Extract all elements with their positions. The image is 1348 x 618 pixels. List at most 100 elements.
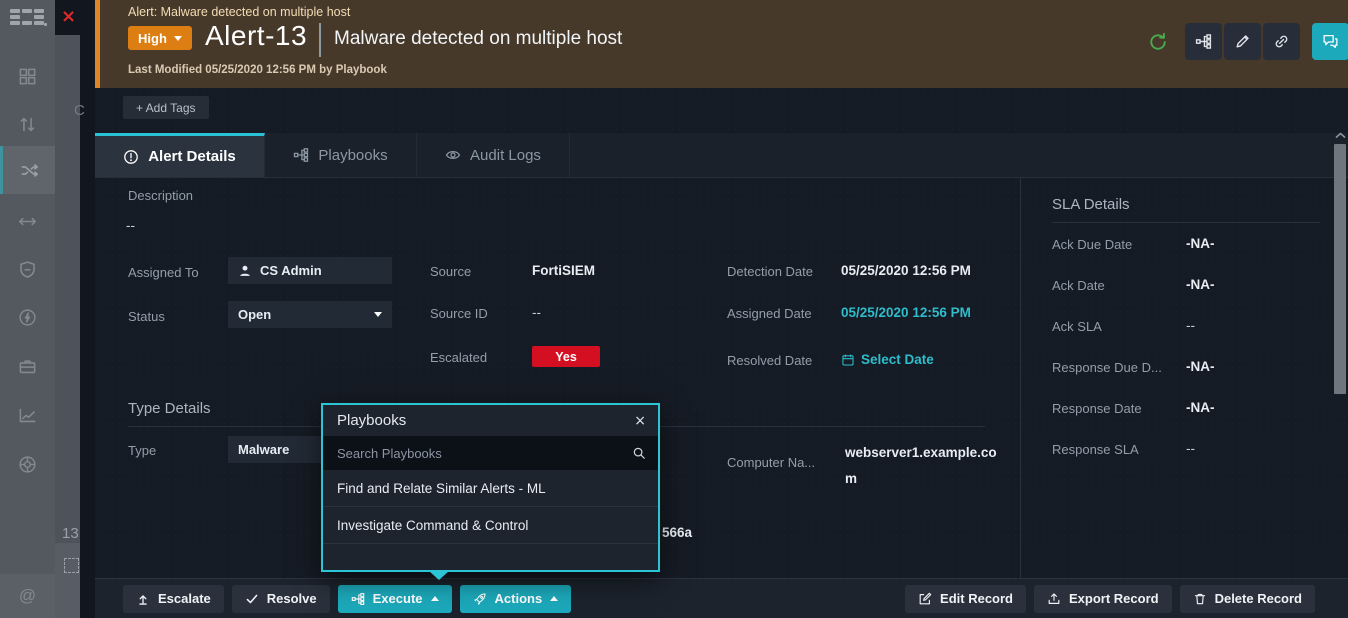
divider: [1052, 222, 1320, 223]
sidebar-item-reports[interactable]: [0, 391, 55, 439]
person-icon: [240, 265, 250, 276]
check-icon: [246, 594, 258, 603]
description-value: --: [126, 218, 135, 233]
trash-icon: [1194, 593, 1205, 604]
sla-value: -NA-: [1186, 359, 1215, 374]
alert-id: Alert-13: [205, 20, 308, 51]
comments-button[interactable]: [1312, 23, 1348, 60]
close-record-button[interactable]: ×: [61, 6, 76, 27]
sort-arrows-icon: [20, 117, 35, 131]
detection-date-label: Detection Date: [727, 264, 813, 279]
background-page-strip: × C 13: [55, 0, 95, 618]
type-value: Malware: [238, 442, 290, 457]
description-label: Description: [128, 188, 194, 203]
playbooks-popup: Playbooks × Find and Relate Similar Aler…: [321, 403, 660, 572]
alert-header: Alert: Malware detected on multiple host…: [95, 0, 1348, 88]
sla-label: Ack Due Date: [1052, 237, 1133, 252]
tab-label: Playbooks: [318, 146, 388, 164]
search-playbooks-input[interactable]: [337, 445, 632, 461]
playbook-tree-icon: [351, 592, 364, 605]
edit-button[interactable]: [1224, 23, 1261, 60]
assigned-date-label: Assigned Date: [727, 306, 812, 321]
playbooks-button[interactable]: [1185, 23, 1222, 60]
eye-icon: [445, 151, 461, 159]
playbook-tree-icon: [1195, 34, 1212, 49]
button-label: Execute: [372, 591, 423, 606]
search-icon: [633, 447, 645, 459]
source-value: FortiSIEM: [532, 263, 595, 278]
source-label: Source: [430, 264, 472, 279]
popup-search-bar: [323, 436, 658, 470]
sla-value: -NA-: [1186, 400, 1215, 415]
scrollbar-thumb[interactable]: [1334, 144, 1346, 394]
sla-details-heading: SLA Details: [1052, 196, 1130, 213]
playbook-tree-icon: [294, 148, 309, 162]
type-details-heading: Type Details: [128, 400, 211, 417]
add-tags-button[interactable]: + Add Tags: [123, 96, 209, 119]
sidebar-item-widgets[interactable]: [0, 440, 55, 488]
severity-label: High: [138, 30, 167, 46]
export-record-button[interactable]: Export Record: [1034, 584, 1172, 613]
sla-panel-divider: [1020, 178, 1021, 578]
assigned-to-field[interactable]: CS Admin: [228, 257, 392, 284]
bolt-circle-icon: [19, 308, 36, 326]
sidebar-item-queues[interactable]: [0, 100, 55, 148]
wheel-icon: [19, 455, 36, 473]
close-icon[interactable]: ×: [634, 413, 646, 429]
popup-title: Playbooks: [337, 412, 407, 429]
scroll-up-icon[interactable]: [1334, 129, 1347, 141]
sla-value: -NA-: [1186, 277, 1215, 292]
sidebar-item-resources[interactable]: [0, 342, 55, 390]
last-modified-text: Last Modified 05/25/2020 12:56 PM by Pla…: [128, 64, 387, 76]
button-label: Resolve: [266, 591, 317, 606]
sidebar-item-navigator[interactable]: [0, 197, 55, 245]
assigned-to-label: Assigned To: [128, 265, 199, 280]
resolve-button[interactable]: Resolve: [231, 584, 330, 613]
assigned-date-link[interactable]: 05/25/2020 12:56 PM: [841, 305, 971, 320]
playbook-item[interactable]: Find and Relate Similar Alerts - ML: [323, 470, 658, 507]
status-label: Status: [128, 309, 165, 324]
sidebar-item-mentions[interactable]: @: [0, 574, 55, 618]
sidebar-item-dashboard[interactable]: [0, 52, 55, 100]
resolved-date-label: Resolved Date: [727, 353, 813, 368]
sidebar-item-security[interactable]: [0, 245, 55, 293]
sidebar-item-incident-response[interactable]: [0, 146, 55, 194]
popup-header: Playbooks ×: [323, 405, 658, 436]
dimmed-page-text: C: [74, 102, 85, 119]
source-id-label: Source ID: [430, 306, 488, 321]
rocket-icon: [473, 592, 486, 605]
assigned-to-value: CS Admin: [260, 263, 322, 278]
severity-dropdown[interactable]: High: [128, 26, 192, 50]
playbook-item[interactable]: Investigate Command & Control: [323, 507, 658, 544]
edit-record-button[interactable]: Edit Record: [905, 584, 1026, 613]
detection-date-value: 05/25/2020 12:56 PM: [841, 263, 971, 278]
chevron-down-icon: [374, 312, 382, 317]
sla-value: --: [1186, 441, 1195, 456]
link-icon: [1275, 35, 1288, 48]
button-label: Edit Record: [940, 591, 1013, 606]
escalated-label: Escalated: [430, 350, 488, 365]
status-dropdown[interactable]: Open: [228, 301, 392, 328]
alert-record-panel: Alert: Malware detected on multiple host…: [95, 0, 1348, 618]
assigned-date-value: 05/25/2020 12:56 PM: [841, 305, 971, 320]
left-nav-rail: @: [0, 0, 55, 618]
escalate-arrow-icon: [139, 594, 147, 605]
escalated-badge: Yes: [532, 346, 600, 367]
button-label: Escalate: [158, 591, 211, 606]
tab-playbooks[interactable]: Playbooks: [265, 133, 417, 177]
execute-button[interactable]: Execute: [337, 584, 452, 613]
copy-link-button[interactable]: [1263, 23, 1300, 60]
actions-button[interactable]: Actions: [459, 584, 572, 613]
tab-audit-logs[interactable]: Audit Logs: [417, 133, 570, 177]
delete-record-button[interactable]: Delete Record: [1179, 584, 1315, 613]
calendar-icon: [842, 354, 854, 366]
sidebar-item-automation[interactable]: [0, 293, 55, 341]
refresh-icon[interactable]: [1148, 32, 1168, 52]
tab-alert-details[interactable]: Alert Details: [95, 133, 265, 177]
escalate-button[interactable]: Escalate: [123, 584, 224, 613]
dashboard-grid-icon: [19, 68, 36, 84]
comments-icon: [1323, 35, 1338, 48]
tags-row: + Add Tags: [95, 88, 1348, 133]
resolved-date-link[interactable]: Select Date: [841, 352, 934, 367]
expand-arrows-icon: [19, 217, 36, 225]
